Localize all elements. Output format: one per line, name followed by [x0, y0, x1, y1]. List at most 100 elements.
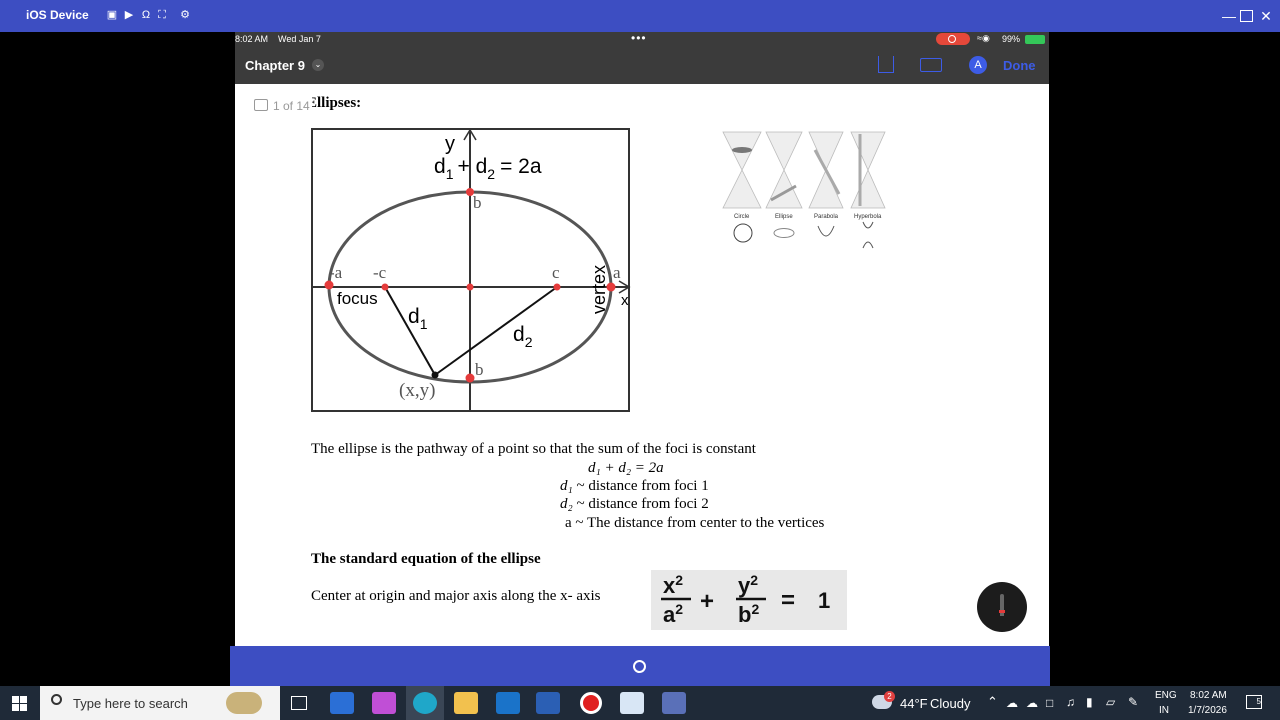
page-indicator: 1 of 14 [273, 99, 310, 113]
notification-count: 5 [1256, 697, 1261, 706]
markup-icon[interactable] [920, 58, 942, 72]
eq-y: y2 [738, 572, 758, 598]
windows-start-icon[interactable] [12, 696, 28, 711]
copilot-icon[interactable] [372, 692, 396, 714]
weather-temp[interactable]: 44°F [900, 696, 928, 711]
neg-c-label: -c [373, 263, 387, 282]
onedrive-icon[interactable]: ☁ [1006, 696, 1018, 710]
neg-a-label: -a [329, 263, 343, 282]
b-bottom-point [465, 373, 475, 383]
camera-icon[interactable]: ▣ [106, 9, 118, 21]
done-button[interactable]: Done [1003, 58, 1036, 73]
xy-point [431, 371, 439, 379]
document-page: 1 of 14 Ellipses: y x d1 + d2 = 2a b b -… [235, 84, 1049, 646]
eq-plus: + [700, 588, 714, 615]
pos-a-label: a [613, 263, 621, 282]
y-axis-label: y [445, 133, 455, 155]
xy-label: (x,y) [399, 380, 435, 401]
formula-plus-d: + d [457, 155, 487, 178]
conic-label-circle: Circle [734, 214, 750, 220]
circle-shape [733, 223, 753, 243]
language-in[interactable]: IN [1159, 705, 1169, 716]
host-title: iOS Device [26, 8, 89, 22]
center-description: Center at origin and major axis along th… [311, 588, 601, 604]
pen-icon[interactable]: ✎ [1128, 695, 1138, 709]
hyperbola-cone [850, 131, 886, 209]
gear-icon[interactable]: ⚙ [179, 9, 191, 21]
host-title-bar: iOS Device ▣ ▶ Ω ⛶ ⚙ — ✕ [0, 0, 1280, 32]
center-point [466, 283, 474, 291]
more-dots-icon[interactable]: ••• [631, 32, 647, 44]
chevron-up-icon[interactable]: ⌃ [987, 694, 998, 710]
circle-slice [732, 147, 752, 153]
screen-recorder-icon[interactable] [580, 692, 602, 714]
wifi-icon: ≈◉ [977, 33, 990, 43]
nav-bar: Chapter 9 ⌄ A Done [235, 46, 1049, 84]
search-highlight-image [226, 692, 262, 714]
eq-x: x2 [663, 572, 683, 598]
file-explorer-icon[interactable] [454, 692, 478, 714]
outlook-icon[interactable] [496, 692, 520, 714]
app-icon[interactable] [662, 692, 686, 714]
pencil-tip-indicator [999, 610, 1005, 613]
parabola-shape [817, 225, 835, 237]
share-icon[interactable] [878, 56, 894, 73]
ellipse-diagram: y x d1 + d2 = 2a b b -a a -c c focus d1 d2… [311, 128, 631, 412]
ios-device-app-icon[interactable] [620, 692, 644, 714]
network-icon[interactable]: ▱ [1106, 695, 1115, 709]
vertex-label: vertex [589, 265, 609, 314]
eq-one: 1 [818, 588, 830, 613]
word-icon[interactable] [536, 692, 560, 714]
definition-d2: d₂ ~ distance from foci 2 [560, 496, 709, 512]
sidebar-icon[interactable] [254, 99, 268, 111]
minimize-button[interactable]: — [1221, 8, 1237, 24]
status-bar: 8:02 AM Wed Jan 7 ••• ≈◉ 99% [235, 32, 1049, 46]
headphones-icon[interactable]: Ω [140, 9, 152, 21]
search-box[interactable]: Type here to search [40, 686, 280, 720]
circle-cone [722, 131, 762, 209]
edge-taskbar-item[interactable] [406, 686, 444, 720]
maximize-button[interactable] [1240, 10, 1253, 22]
conic-label-hyperbola: Hyperbola [854, 214, 882, 220]
chapter-title[interactable]: Chapter 9 [245, 58, 305, 73]
sum-equation: d₁ + d₂ = 2a [588, 460, 664, 476]
formula-sub2: 2 [487, 166, 495, 182]
notifications-icon[interactable]: 5 [1246, 695, 1262, 709]
focus-neg-c-point [381, 283, 389, 291]
store-icon[interactable] [330, 692, 354, 714]
taskbar: Type here to search 2 44°F Cloudy ⌃ ☁ ☁ … [0, 686, 1280, 720]
status-date: Wed Jan 7 [278, 34, 321, 44]
recording-indicator [936, 33, 970, 45]
search-icon [51, 694, 62, 705]
fullscreen-icon[interactable]: ⛶ [156, 9, 168, 21]
close-button[interactable]: ✕ [1258, 8, 1274, 24]
pencil-tool-button[interactable] [977, 582, 1027, 632]
task-view-icon[interactable] [291, 696, 307, 710]
definition-a: a ~ The distance from center to the vert… [565, 515, 825, 531]
device-icon[interactable]: □ [1046, 696, 1053, 710]
standard-equation: x2 a2 + y2 b2 = 1 [661, 572, 830, 627]
microphone-icon[interactable]: ▮ [1086, 695, 1093, 709]
chevron-down-icon[interactable]: ⌄ [312, 59, 324, 71]
language-eng[interactable]: ENG [1155, 690, 1177, 701]
ellipse-cone [765, 131, 803, 209]
weather-text[interactable]: Cloudy [930, 696, 970, 711]
clock-time[interactable]: 8:02 AM [1190, 690, 1227, 701]
cloud-icon[interactable]: ☁ [1026, 696, 1038, 710]
x-axis-label: x [621, 292, 629, 309]
b-bottom-label: b [475, 360, 484, 379]
conic-label-parabola: Parabola [814, 214, 839, 220]
status-time: 8:02 AM [235, 34, 269, 44]
conic-sections-image: Circle Ellipse Parabola Hyperbola [722, 131, 886, 249]
weather-badge: 2 [884, 691, 895, 702]
video-icon[interactable]: ▶ [123, 9, 135, 21]
b-top-label: b [473, 193, 482, 212]
home-button[interactable] [633, 660, 646, 673]
eq-equals: = [781, 587, 795, 614]
description-text: The ellipse is the pathway of a point so… [311, 441, 756, 457]
standard-equation-box: x2 a2 + y2 b2 = 1 [651, 570, 847, 630]
clock-date[interactable]: 1/7/2026 [1188, 705, 1227, 716]
speaker-icon[interactable]: ♫ [1066, 695, 1075, 709]
eq-a: a2 [663, 601, 683, 627]
accessibility-icon[interactable]: A [969, 56, 987, 74]
